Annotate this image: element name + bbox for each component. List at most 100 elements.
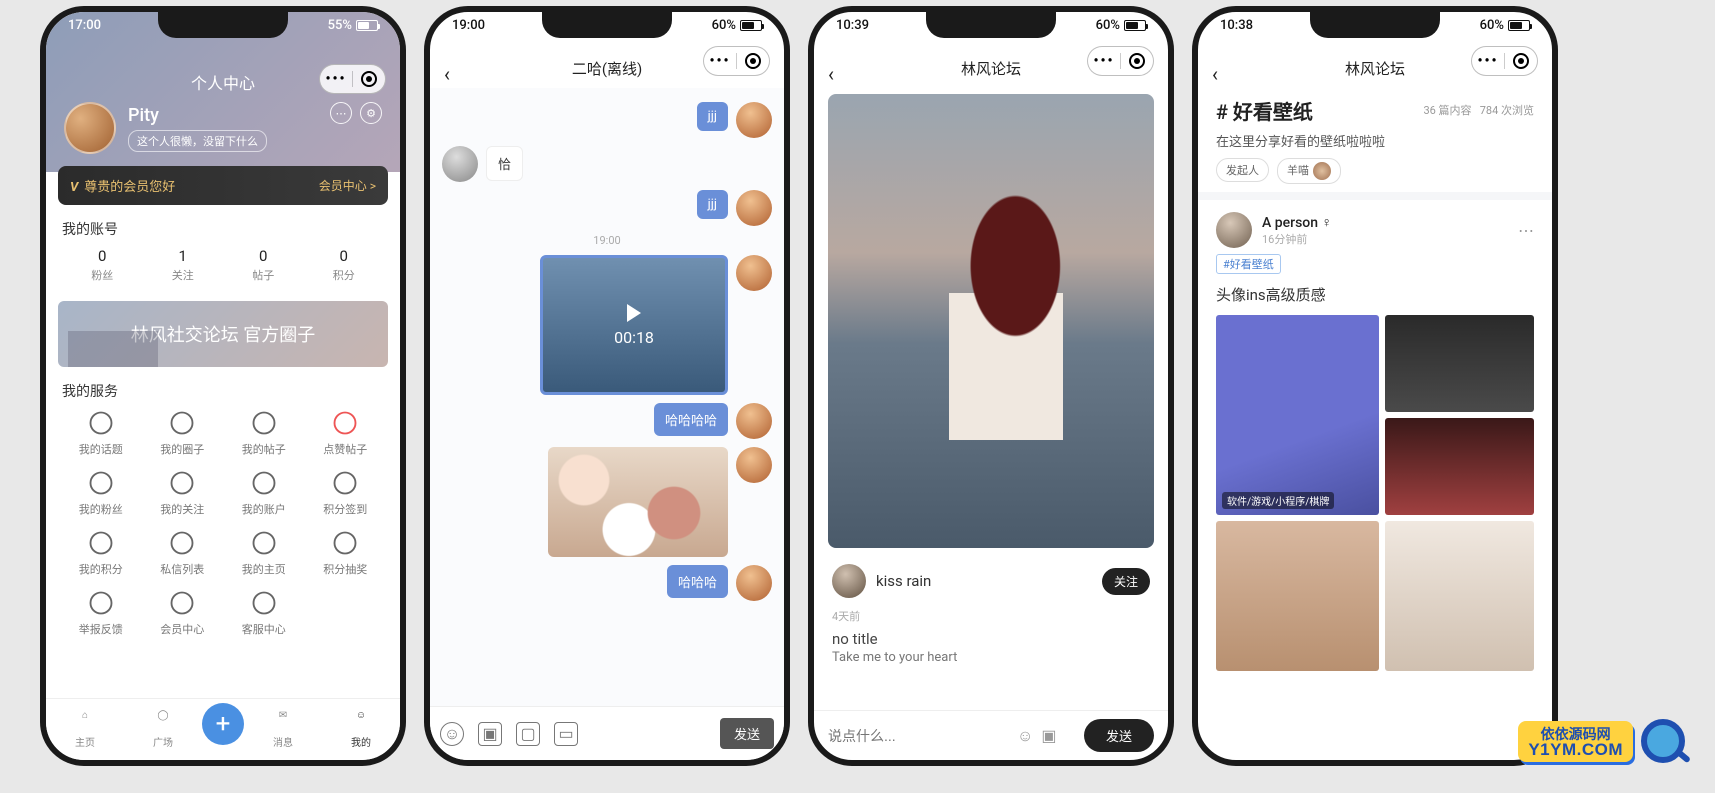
service-13[interactable]: 会员中心 [144,589,222,637]
service-icon [168,469,196,497]
service-12[interactable]: 举报反馈 [62,589,140,637]
tab-bar: ⌂主页◯广场+✉消息☺我的 [46,698,400,760]
miniprogram-capsule[interactable]: ••• [1471,46,1538,76]
forum-title: 林风论坛 [1345,60,1405,78]
service-icon [331,529,359,557]
service-14[interactable]: 客服中心 [225,589,303,637]
section-services-title: 我的服务 [62,381,384,401]
video-message[interactable]: 00:18 [540,255,728,395]
close-ring-icon[interactable] [1121,47,1153,75]
topic-scroll[interactable]: # 好看壁纸 36 篇内容 784 次浏览 在这里分享好看的壁纸啦啦啦 发起人 … [1198,88,1552,760]
tab-3[interactable]: ✉消息 [244,710,322,749]
msg-in[interactable]: 恰 [486,146,523,181]
forum-banner[interactable]: 林风社交论坛 官方圈子 [58,301,388,367]
folder-icon[interactable]: ▭ [554,722,578,746]
msg-out[interactable]: 哈哈哈哈 [654,403,728,436]
service-0[interactable]: 我的话题 [62,409,140,457]
service-label: 积分签到 [307,501,385,517]
vip-banner[interactable]: V尊贵的会员您好 会员中心 > [58,166,388,205]
back-icon[interactable]: ‹ [1212,62,1218,86]
service-11[interactable]: 积分抽奖 [307,529,385,577]
vip-center-link[interactable]: 会员中心 > [319,177,376,194]
miniprogram-capsule[interactable]: ••• [319,64,386,94]
phone-profile: 17:00 55% ••• 个人中心 ⋯ ⚙ Pity 这个人很懒，没留下什么 … [40,6,406,766]
topic-owner-user[interactable]: 羊喵 [1277,158,1341,184]
menu-dots-icon[interactable]: ••• [320,65,352,93]
grid-image[interactable] [1385,521,1534,671]
post-author-name[interactable]: A person ♀ [1262,214,1332,231]
post-image[interactable] [828,94,1154,548]
image-icon[interactable]: ▣ [1041,726,1056,745]
chat-body[interactable]: jjj 恰 jjj 19:00 00:18 哈哈哈哈 哈哈哈 [430,88,784,706]
stat-fans[interactable]: 0粉丝 [91,247,113,283]
avatar-self[interactable] [736,190,772,226]
more-icon[interactable]: ⋯ [1518,221,1534,240]
avatar-peer[interactable] [442,146,478,182]
miniprogram-capsule[interactable]: ••• [703,46,770,76]
image-message[interactable] [548,447,728,557]
avatar-self[interactable] [736,102,772,138]
msg-out[interactable]: jjj [697,190,728,219]
grid-image[interactable] [1385,418,1534,515]
service-10[interactable]: 我的主页 [225,529,303,577]
video-icon[interactable]: ▢ [516,722,540,746]
time-divider: 19:00 [442,234,772,247]
close-ring-icon[interactable] [1505,47,1537,75]
follow-button[interactable]: 关注 [1102,568,1150,595]
service-4[interactable]: 我的粉丝 [62,469,140,517]
avatar-self[interactable] [736,447,772,483]
author-name[interactable]: kiss rain [876,572,1092,590]
close-ring-icon[interactable] [353,65,385,93]
chat-bubble-icon[interactable]: ⋯ [330,102,352,124]
msg-out[interactable]: jjj [697,102,728,131]
tab-create[interactable]: + [202,703,244,745]
msg-out[interactable]: 哈哈哈 [667,565,728,598]
menu-dots-icon[interactable]: ••• [1472,47,1504,75]
service-1[interactable]: 我的圈子 [144,409,222,457]
close-ring-icon[interactable] [737,47,769,75]
image-icon[interactable]: ▣ [478,722,502,746]
avatar-self[interactable] [736,255,772,291]
service-7[interactable]: 积分签到 [307,469,385,517]
grid-image[interactable]: 软件/游戏/小程序/棋牌 [1216,315,1379,515]
stat-points[interactable]: 0积分 [333,247,355,283]
send-button[interactable]: 发送 [720,718,774,749]
back-icon[interactable]: ‹ [828,62,834,86]
emoji-icon[interactable]: ☺ [1017,726,1033,746]
send-button[interactable]: 发送 [1084,719,1154,752]
avatar-self[interactable] [736,565,772,601]
post-tag[interactable]: #好看壁纸 [1216,254,1281,274]
comment-input[interactable] [828,728,1009,744]
menu-dots-icon[interactable]: ••• [1088,47,1120,75]
emoji-icon[interactable]: ☺ [440,722,464,746]
tab-0[interactable]: ⌂主页 [46,710,124,749]
post-avatar[interactable] [1216,212,1252,248]
status-time: 10:38 [1220,18,1253,33]
tab-4[interactable]: ☺我的 [322,710,400,749]
topic-owner-chip[interactable]: 发起人 [1216,158,1269,182]
user-signature: 这个人很懒，没留下什么 [128,130,267,152]
magnifier-icon [1641,719,1685,763]
tab-1[interactable]: ◯广场 [124,710,202,749]
service-8[interactable]: 我的积分 [62,529,140,577]
service-2[interactable]: 我的帖子 [225,409,303,457]
watermark-en: Y1YM.COM [1528,741,1623,758]
author-avatar[interactable] [832,564,866,598]
settings-gear-icon[interactable]: ⚙ [360,102,382,124]
grid-image[interactable] [1216,521,1379,671]
miniprogram-capsule[interactable]: ••• [1087,46,1154,76]
back-icon[interactable]: ‹ [444,62,450,86]
avatar[interactable] [64,102,116,154]
service-3[interactable]: 点赞帖子 [307,409,385,457]
grid-image[interactable] [1385,315,1534,412]
avatar-self[interactable] [736,403,772,439]
service-9[interactable]: 私信列表 [144,529,222,577]
stat-following[interactable]: 1关注 [172,247,194,283]
service-6[interactable]: 我的账户 [225,469,303,517]
menu-dots-icon[interactable]: ••• [704,47,736,75]
stat-posts[interactable]: 0帖子 [252,247,274,283]
account-stats: 0粉丝 1关注 0帖子 0积分 [62,247,384,283]
service-5[interactable]: 我的关注 [144,469,222,517]
notch [542,12,672,38]
forum-title: 林风论坛 [961,60,1021,78]
